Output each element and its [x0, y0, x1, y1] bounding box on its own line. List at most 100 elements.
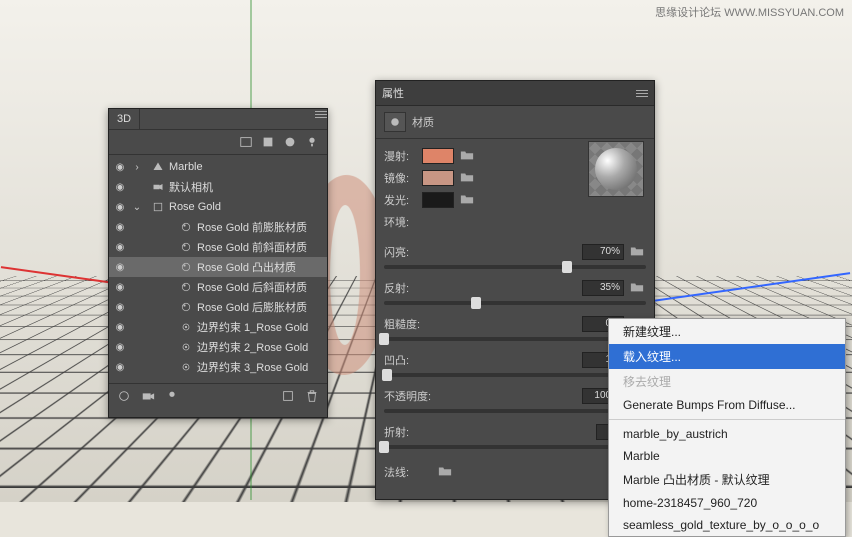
material-preview[interactable]: [588, 141, 644, 197]
panel-menu-icon[interactable]: [636, 88, 648, 98]
menu-item[interactable]: home-2318457_960_720: [609, 492, 845, 514]
visibility-icon[interactable]: ◉: [113, 302, 127, 313]
reflect-label: 反射:: [384, 280, 432, 296]
chevron-icon[interactable]: ⌄: [131, 202, 143, 213]
tree-item-label: Rose Gold 凸出材质: [197, 259, 296, 275]
diffuse-swatch[interactable]: [422, 148, 454, 164]
material-icon: [179, 280, 193, 294]
tree-row[interactable]: ◉ Rose Gold 前斜面材质: [109, 237, 327, 257]
material-icon: [179, 300, 193, 314]
normal-texture-icon[interactable]: [438, 465, 454, 479]
tree-row[interactable]: ◉ Rose Gold 后斜面材质: [109, 277, 327, 297]
visibility-icon[interactable]: ◉: [113, 362, 127, 373]
menu-item[interactable]: Marble 凸出材质 - 默认纹理: [609, 467, 845, 492]
tree-row[interactable]: ◉⌄Rose Gold: [109, 197, 327, 217]
panel-3d: 3D ◉›Marble◉默认相机◉⌄Rose Gold◉Rose Gold 前膨…: [108, 108, 328, 418]
chevron-icon[interactable]: ›: [131, 162, 143, 173]
tree-item-label: Rose Gold 后斜面材质: [197, 279, 307, 295]
diffuse-label: 漫射:: [384, 148, 416, 164]
texture-context-menu: 新建纹理...载入纹理...移去纹理Generate Bumps From Di…: [608, 318, 846, 537]
tree-item-label: 边界约束 3_Rose Gold: [197, 359, 308, 375]
rough-label: 粗糙度:: [384, 316, 432, 332]
menu-item[interactable]: Marble: [609, 445, 845, 467]
normal-label: 法线:: [384, 464, 432, 480]
menu-item[interactable]: Generate Bumps From Diffuse...: [609, 394, 845, 416]
tree-row[interactable]: ◉ Rose Gold 前膨胀材质: [109, 217, 327, 237]
mesh-icon: [151, 200, 165, 214]
shine-value[interactable]: 70%: [582, 244, 624, 260]
visibility-icon[interactable]: ◉: [113, 342, 127, 353]
panel-menu-icon[interactable]: [315, 109, 327, 119]
new-layer-icon[interactable]: [279, 388, 297, 404]
tree-row[interactable]: ◉ 默认相机: [109, 177, 327, 197]
menu-item[interactable]: 新建纹理...: [609, 319, 845, 344]
panel-bottom-toolbar: [109, 383, 327, 408]
filter-scene-icon[interactable]: [237, 134, 255, 150]
filter-light-icon[interactable]: [303, 134, 321, 150]
tree-item-label: Marble: [169, 161, 203, 173]
reflect-value[interactable]: 35%: [582, 280, 624, 296]
reflect-slider[interactable]: [384, 301, 646, 305]
light-icon[interactable]: [163, 388, 181, 404]
tree-row[interactable]: ◉ 边界约束 1_Rose Gold: [109, 317, 327, 337]
shine-label: 闪亮:: [384, 244, 432, 260]
material-icon: [179, 260, 193, 274]
filter-toolbar: [109, 130, 327, 155]
tab-3d[interactable]: 3D: [109, 109, 140, 129]
scene-tree: ◉›Marble◉默认相机◉⌄Rose Gold◉Rose Gold 前膨胀材质…: [109, 155, 327, 383]
filter-mesh-icon[interactable]: [259, 134, 277, 150]
tree-row[interactable]: ◉ 边界约束 3_Rose Gold: [109, 357, 327, 377]
constraint-icon: [179, 320, 193, 334]
visibility-icon[interactable]: ◉: [113, 162, 127, 173]
menu-item: 移去纹理: [609, 369, 845, 394]
refract-slider[interactable]: [384, 445, 646, 449]
tree-item-label: 边界约束 1_Rose Gold: [197, 319, 308, 335]
shine-texture-icon[interactable]: [630, 245, 646, 259]
menu-item[interactable]: 载入纹理...: [609, 344, 845, 369]
material-icon: [179, 240, 193, 254]
menu-item[interactable]: marble_by_austrich: [609, 423, 845, 445]
visibility-icon[interactable]: ◉: [113, 202, 127, 213]
glow-swatch[interactable]: [422, 192, 454, 208]
filter-material-icon[interactable]: [281, 134, 299, 150]
material-icon: [179, 220, 193, 234]
scene-icon: [151, 160, 165, 174]
material-mode-icon[interactable]: [384, 112, 406, 132]
bump-label: 凹凸:: [384, 352, 432, 368]
trash-icon[interactable]: [303, 388, 321, 404]
tree-item-label: Rose Gold 前膨胀材质: [197, 219, 307, 235]
diffuse-texture-icon[interactable]: [460, 149, 476, 163]
tree-row[interactable]: ◉ Rose Gold 凸出材质: [109, 257, 327, 277]
tree-item-label: Rose Gold 前斜面材质: [197, 239, 307, 255]
reflect-texture-icon[interactable]: [630, 281, 646, 295]
tree-item-label: Rose Gold 后膨胀材质: [197, 299, 307, 315]
visibility-icon[interactable]: ◉: [113, 242, 127, 253]
tree-item-label: 边界约束 2_Rose Gold: [197, 339, 308, 355]
visibility-icon[interactable]: ◉: [113, 282, 127, 293]
opacity-slider[interactable]: [384, 409, 646, 413]
watermark: 思缘设计论坛 WWW.MISSYUAN.COM: [655, 4, 844, 20]
refract-label: 折射:: [384, 424, 432, 440]
glow-label: 发光:: [384, 192, 416, 208]
constraint-icon: [179, 360, 193, 374]
specular-texture-icon[interactable]: [460, 171, 476, 185]
tree-row[interactable]: ◉ 边界约束 2_Rose Gold: [109, 337, 327, 357]
menu-item[interactable]: seamless_gold_texture_by_o_o_o_o: [609, 514, 845, 536]
menu-separator: [609, 419, 845, 420]
camera-icon[interactable]: [139, 388, 157, 404]
render-icon[interactable]: [115, 388, 133, 404]
visibility-icon[interactable]: ◉: [113, 182, 127, 193]
visibility-icon[interactable]: ◉: [113, 222, 127, 233]
subheader-label: 材质: [412, 114, 434, 130]
glow-texture-icon[interactable]: [460, 193, 476, 207]
specular-swatch[interactable]: [422, 170, 454, 186]
rough-slider[interactable]: [384, 337, 646, 341]
tree-row[interactable]: ◉ Rose Gold 后膨胀材质: [109, 297, 327, 317]
tree-item-label: 默认相机: [169, 179, 213, 195]
constraint-icon: [179, 340, 193, 354]
visibility-icon[interactable]: ◉: [113, 262, 127, 273]
visibility-icon[interactable]: ◉: [113, 322, 127, 333]
tree-row[interactable]: ◉ › Marble: [109, 157, 327, 177]
bump-slider[interactable]: [384, 373, 646, 377]
shine-slider[interactable]: [384, 265, 646, 269]
